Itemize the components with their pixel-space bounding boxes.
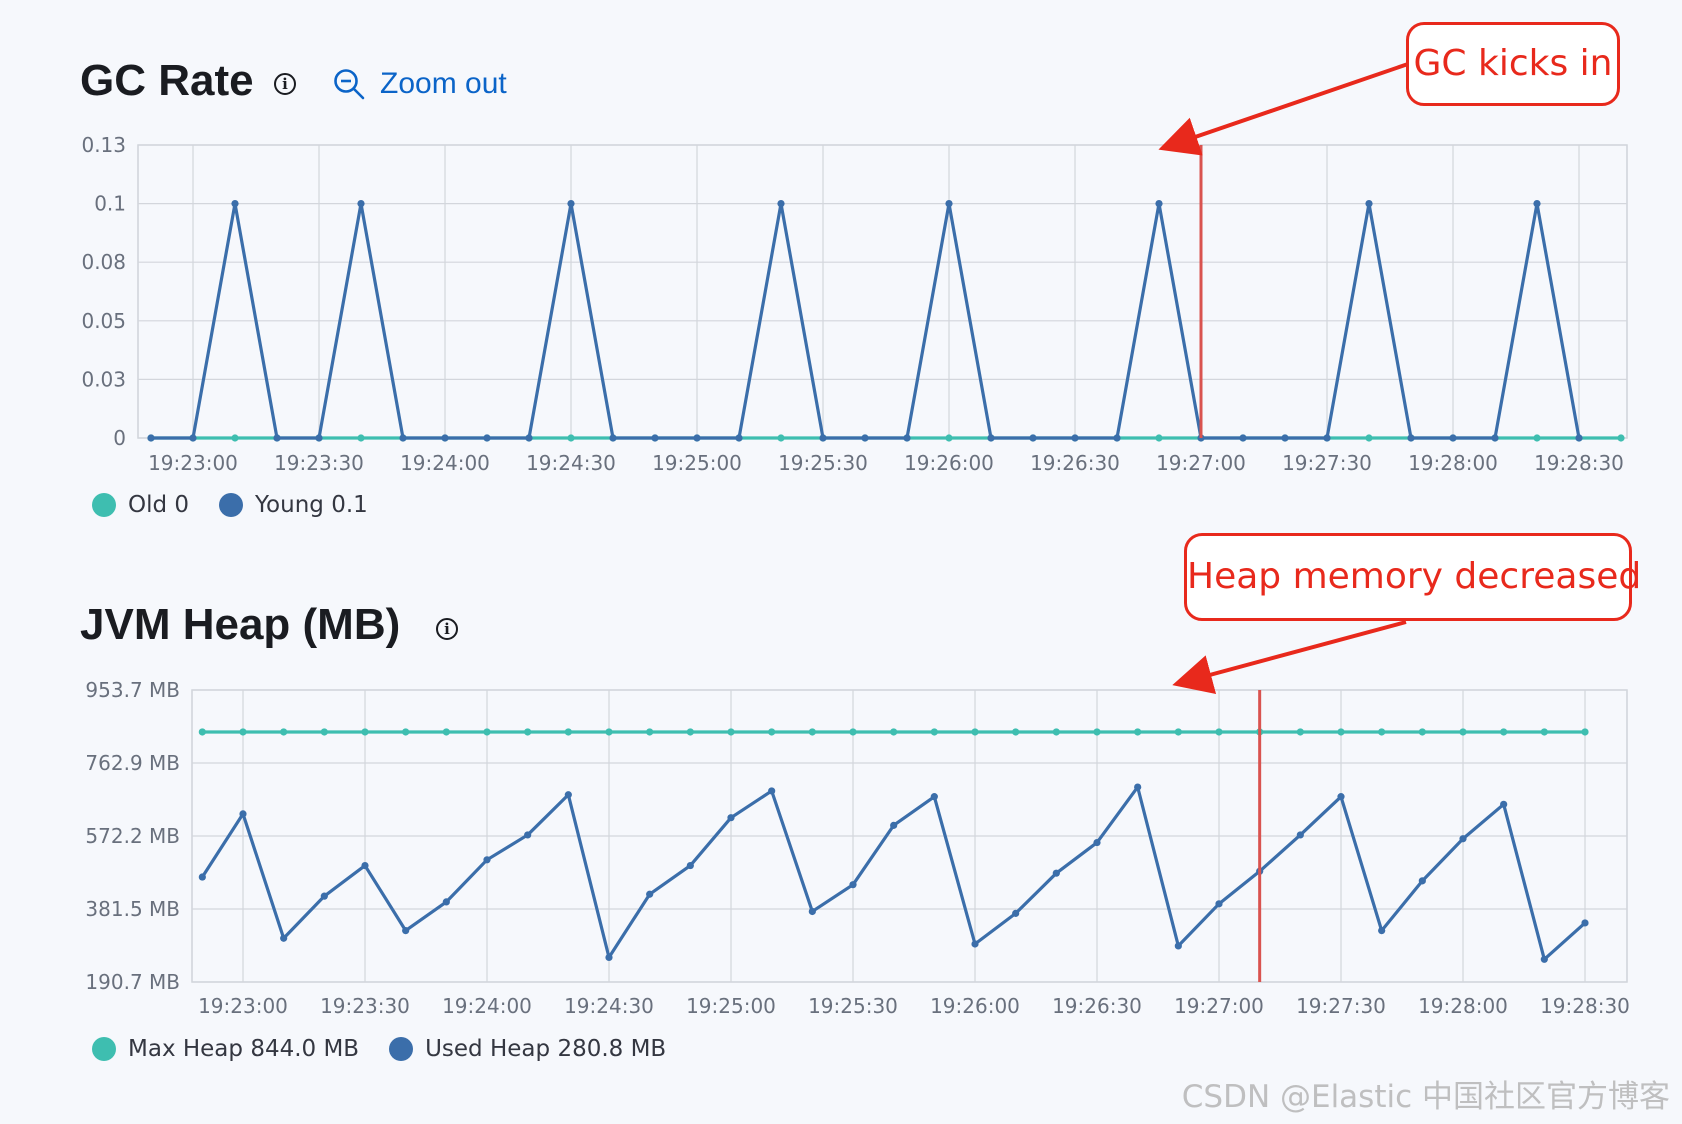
- legend-dot-used-heap: [389, 1037, 414, 1061]
- x-tick-label: 19:25:30: [808, 994, 898, 1018]
- data-point-max-heap: [280, 728, 288, 736]
- data-point-max-heap: [727, 728, 735, 736]
- legend-dot-max-heap: [92, 1037, 116, 1061]
- x-tick-label: 19:26:00: [930, 994, 1020, 1018]
- heap-annotation-callout: Heap memory decreased: [1184, 533, 1641, 621]
- data-point-max-heap: [1500, 728, 1508, 736]
- x-tick-label: 19:28:00: [1418, 994, 1508, 1018]
- data-point-used-heap: [605, 953, 613, 961]
- legend-value-max-heap: 844.0 MB: [250, 1036, 360, 1062]
- data-point-used-heap: [1174, 942, 1182, 950]
- data-point-max-heap: [1540, 728, 1548, 736]
- data-point-used-heap: [1134, 783, 1142, 791]
- data-point-max-heap: [198, 728, 206, 736]
- data-point-max-heap: [320, 728, 328, 736]
- data-point-max-heap: [564, 728, 572, 736]
- data-point-max-heap: [930, 728, 938, 736]
- y-tick-label: 953.7 MB: [85, 678, 180, 702]
- data-point-max-heap: [605, 728, 613, 736]
- legend-item-max-heap[interactable]: Max Heap 844.0 MB: [92, 1036, 359, 1062]
- legend-item-used-heap[interactable]: Used Heap 280.8 MB: [389, 1036, 666, 1062]
- data-point-max-heap: [483, 728, 491, 736]
- y-tick-label: 762.9 MB: [85, 751, 180, 775]
- data-point-used-heap: [320, 892, 328, 900]
- data-point-used-heap: [1296, 831, 1304, 839]
- jvm-heap-chart[interactable]: 190.7 MB 381.5 MB 572.2 MB 762.9 MB 953.7 MB…: [0, 0, 1682, 1030]
- y-tick-label: 572.2 MB: [85, 824, 180, 848]
- y-tick-label: 381.5 MB: [85, 897, 180, 921]
- data-point-used-heap: [1052, 869, 1060, 877]
- data-point-max-heap: [971, 728, 979, 736]
- data-point-max-heap: [402, 728, 410, 736]
- data-point-max-heap: [1581, 728, 1589, 736]
- data-point-max-heap: [768, 728, 776, 736]
- data-point-max-heap: [361, 728, 369, 736]
- data-point-max-heap: [1337, 728, 1345, 736]
- series-line-used-heap: [200, 785, 1587, 961]
- data-point-max-heap: [442, 728, 450, 736]
- data-point-max-heap: [646, 728, 654, 736]
- data-point-used-heap: [646, 890, 654, 898]
- data-point-used-heap: [198, 873, 206, 881]
- legend-label-max-heap: Max Heap: [128, 1036, 243, 1062]
- data-point-used-heap: [1337, 793, 1345, 801]
- x-tick-label: 19:24:00: [442, 994, 532, 1018]
- data-point-max-heap: [1418, 728, 1426, 736]
- data-point-max-heap: [686, 728, 694, 736]
- data-point-max-heap: [1378, 728, 1386, 736]
- data-point-used-heap: [483, 856, 491, 864]
- x-tick-label: 19:24:30: [564, 994, 654, 1018]
- data-point-max-heap: [1174, 728, 1182, 736]
- data-point-used-heap: [1093, 838, 1101, 847]
- x-tick-label: 19:23:00: [198, 994, 288, 1018]
- legend-label-used-heap: Used Heap: [425, 1036, 551, 1062]
- data-point-used-heap: [1215, 900, 1223, 908]
- data-point-max-heap: [1296, 728, 1304, 736]
- data-point-used-heap: [1540, 955, 1548, 963]
- data-point-used-heap: [280, 934, 288, 942]
- data-point-max-heap: [890, 728, 898, 736]
- data-point-max-heap: [1459, 728, 1467, 736]
- legend-value-used-heap: 280.8 MB: [557, 1036, 667, 1062]
- data-point-used-heap: [727, 814, 735, 822]
- data-point-max-heap: [1215, 728, 1223, 736]
- data-point-max-heap: [1093, 728, 1101, 736]
- x-tick-label: 19:27:00: [1174, 994, 1264, 1018]
- data-point-max-heap: [239, 728, 247, 736]
- data-point-max-heap: [808, 728, 816, 736]
- data-point-used-heap: [768, 787, 776, 795]
- data-point-used-heap: [239, 810, 247, 818]
- data-point-used-heap: [524, 831, 532, 839]
- data-point-used-heap: [564, 791, 572, 799]
- data-point-used-heap: [930, 793, 938, 801]
- x-tick-label: 19:28:30: [1540, 994, 1630, 1018]
- data-point-max-heap: [1052, 728, 1060, 736]
- data-point-used-heap: [849, 881, 857, 889]
- data-point-max-heap: [1134, 728, 1142, 736]
- x-tick-label: 19:27:30: [1296, 994, 1386, 1018]
- data-point-used-heap: [971, 940, 979, 948]
- data-point-max-heap: [524, 728, 532, 736]
- data-point-used-heap: [1012, 909, 1020, 917]
- y-tick-label: 190.7 MB: [85, 970, 180, 994]
- x-tick-label: 19:25:00: [686, 994, 776, 1018]
- data-point-used-heap: [1418, 877, 1426, 885]
- data-point-max-heap: [849, 728, 857, 736]
- data-point-used-heap: [402, 927, 410, 935]
- data-point-used-heap: [808, 907, 816, 916]
- data-point-used-heap: [442, 898, 450, 906]
- data-point-used-heap: [890, 821, 898, 829]
- data-point-max-heap: [1012, 728, 1020, 736]
- data-point-used-heap: [1581, 919, 1589, 927]
- heap-legend: Max Heap 844.0 MB Used Heap 280.8 MB: [92, 1036, 696, 1062]
- data-point-used-heap: [1459, 835, 1467, 843]
- watermark: CSDN @Elastic 中国社区官方博客: [1181, 1079, 1670, 1115]
- data-point-used-heap: [1500, 800, 1508, 808]
- data-point-used-heap: [686, 861, 694, 870]
- gc-annotation-callout: GC kicks in: [1406, 22, 1620, 106]
- x-tick-label: 19:26:30: [1052, 994, 1142, 1018]
- data-point-used-heap: [1378, 927, 1386, 935]
- data-point-used-heap: [361, 861, 369, 870]
- x-tick-label: 19:23:30: [320, 994, 410, 1018]
